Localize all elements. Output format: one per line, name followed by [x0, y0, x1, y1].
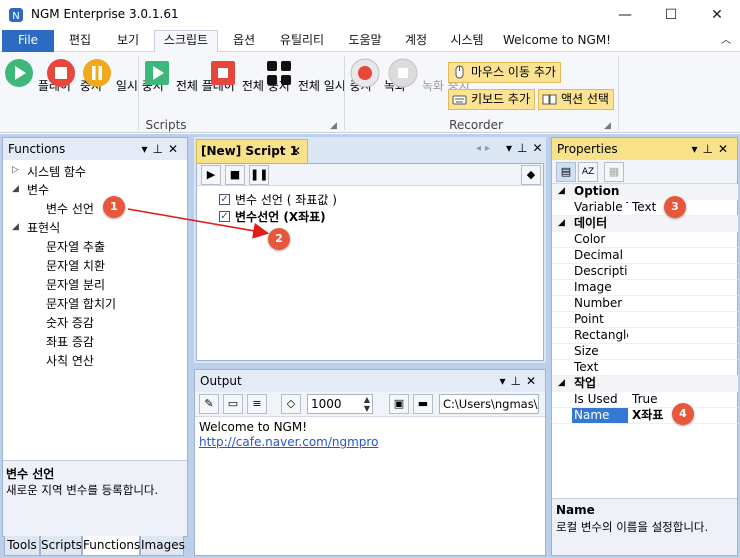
annotation-badge-3: 3 — [664, 196, 686, 218]
annotation-badge-2: 2 — [268, 228, 290, 250]
annotation-badge-1: 1 — [103, 196, 125, 218]
annotation-arrow — [127, 208, 270, 239]
annotation-badge-4: 4 — [672, 403, 694, 425]
